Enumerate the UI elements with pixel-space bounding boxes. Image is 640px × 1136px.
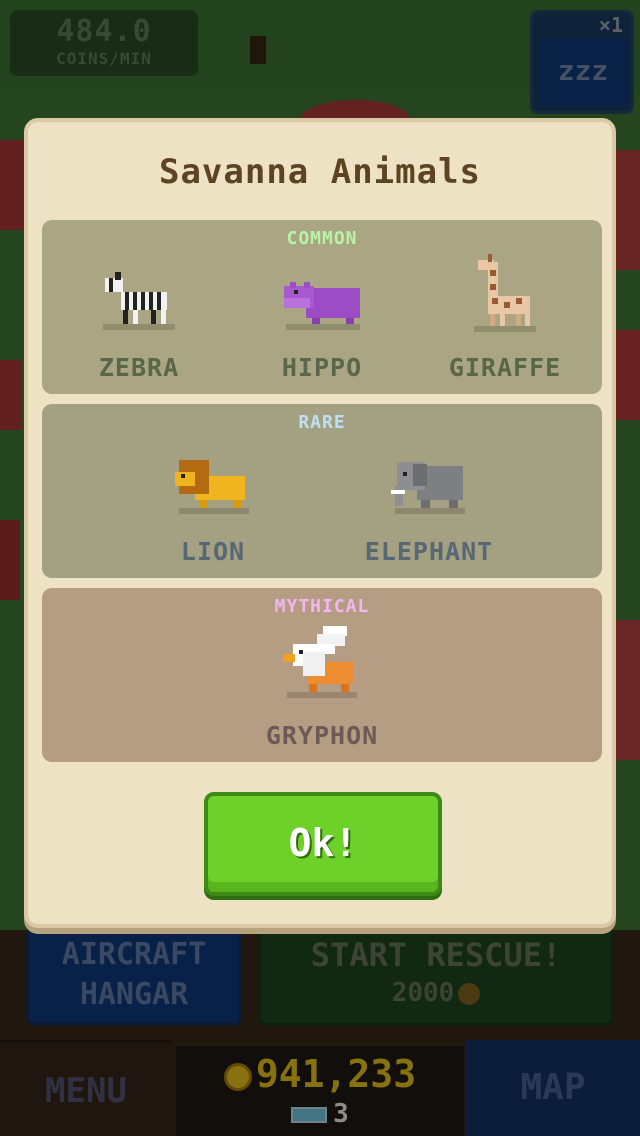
- animal-giraffe: GIRAFFE: [420, 254, 590, 390]
- rarity-label: RARE: [298, 412, 346, 433]
- ok-button[interactable]: Ok!: [204, 792, 442, 896]
- animal-hippo: HIPPO: [237, 260, 407, 390]
- animal-name: GIRAFFE: [448, 353, 562, 382]
- rarity-label: MYTHICAL: [274, 596, 370, 617]
- lion-icon: [175, 460, 249, 514]
- animal-gryphon: GRYPHON: [237, 626, 407, 758]
- gryphon-icon: [283, 626, 357, 698]
- rarity-section-mythical: MYTHICAL GRYPHON: [42, 588, 602, 762]
- animal-name: ZEBRA: [98, 353, 180, 382]
- animal-name: HIPPO: [281, 353, 363, 382]
- elephant-icon: [391, 462, 465, 514]
- animal-name: GRYPHON: [265, 721, 379, 750]
- giraffe-icon: [474, 254, 536, 332]
- rarity-section-common: COMMON ZEBRA HIPPO GIRAFFE: [42, 220, 602, 394]
- dialog-title: Savanna Animals: [158, 152, 482, 192]
- zebra-icon: [103, 272, 175, 330]
- rarity-label: COMMON: [286, 228, 358, 249]
- animal-elephant: ELEPHANT: [344, 444, 514, 574]
- hippo-icon: [284, 282, 360, 330]
- savanna-animals-dialog: Savanna Animals COMMON ZEBRA HIPPO GIRAF…: [24, 118, 616, 928]
- animal-lion: LION: [128, 444, 298, 574]
- animal-zebra: ZEBRA: [54, 260, 224, 390]
- animal-name: ELEPHANT: [364, 537, 494, 566]
- animal-name: LION: [180, 537, 246, 566]
- rarity-section-rare: RARE LION ELEPHANT: [42, 404, 602, 578]
